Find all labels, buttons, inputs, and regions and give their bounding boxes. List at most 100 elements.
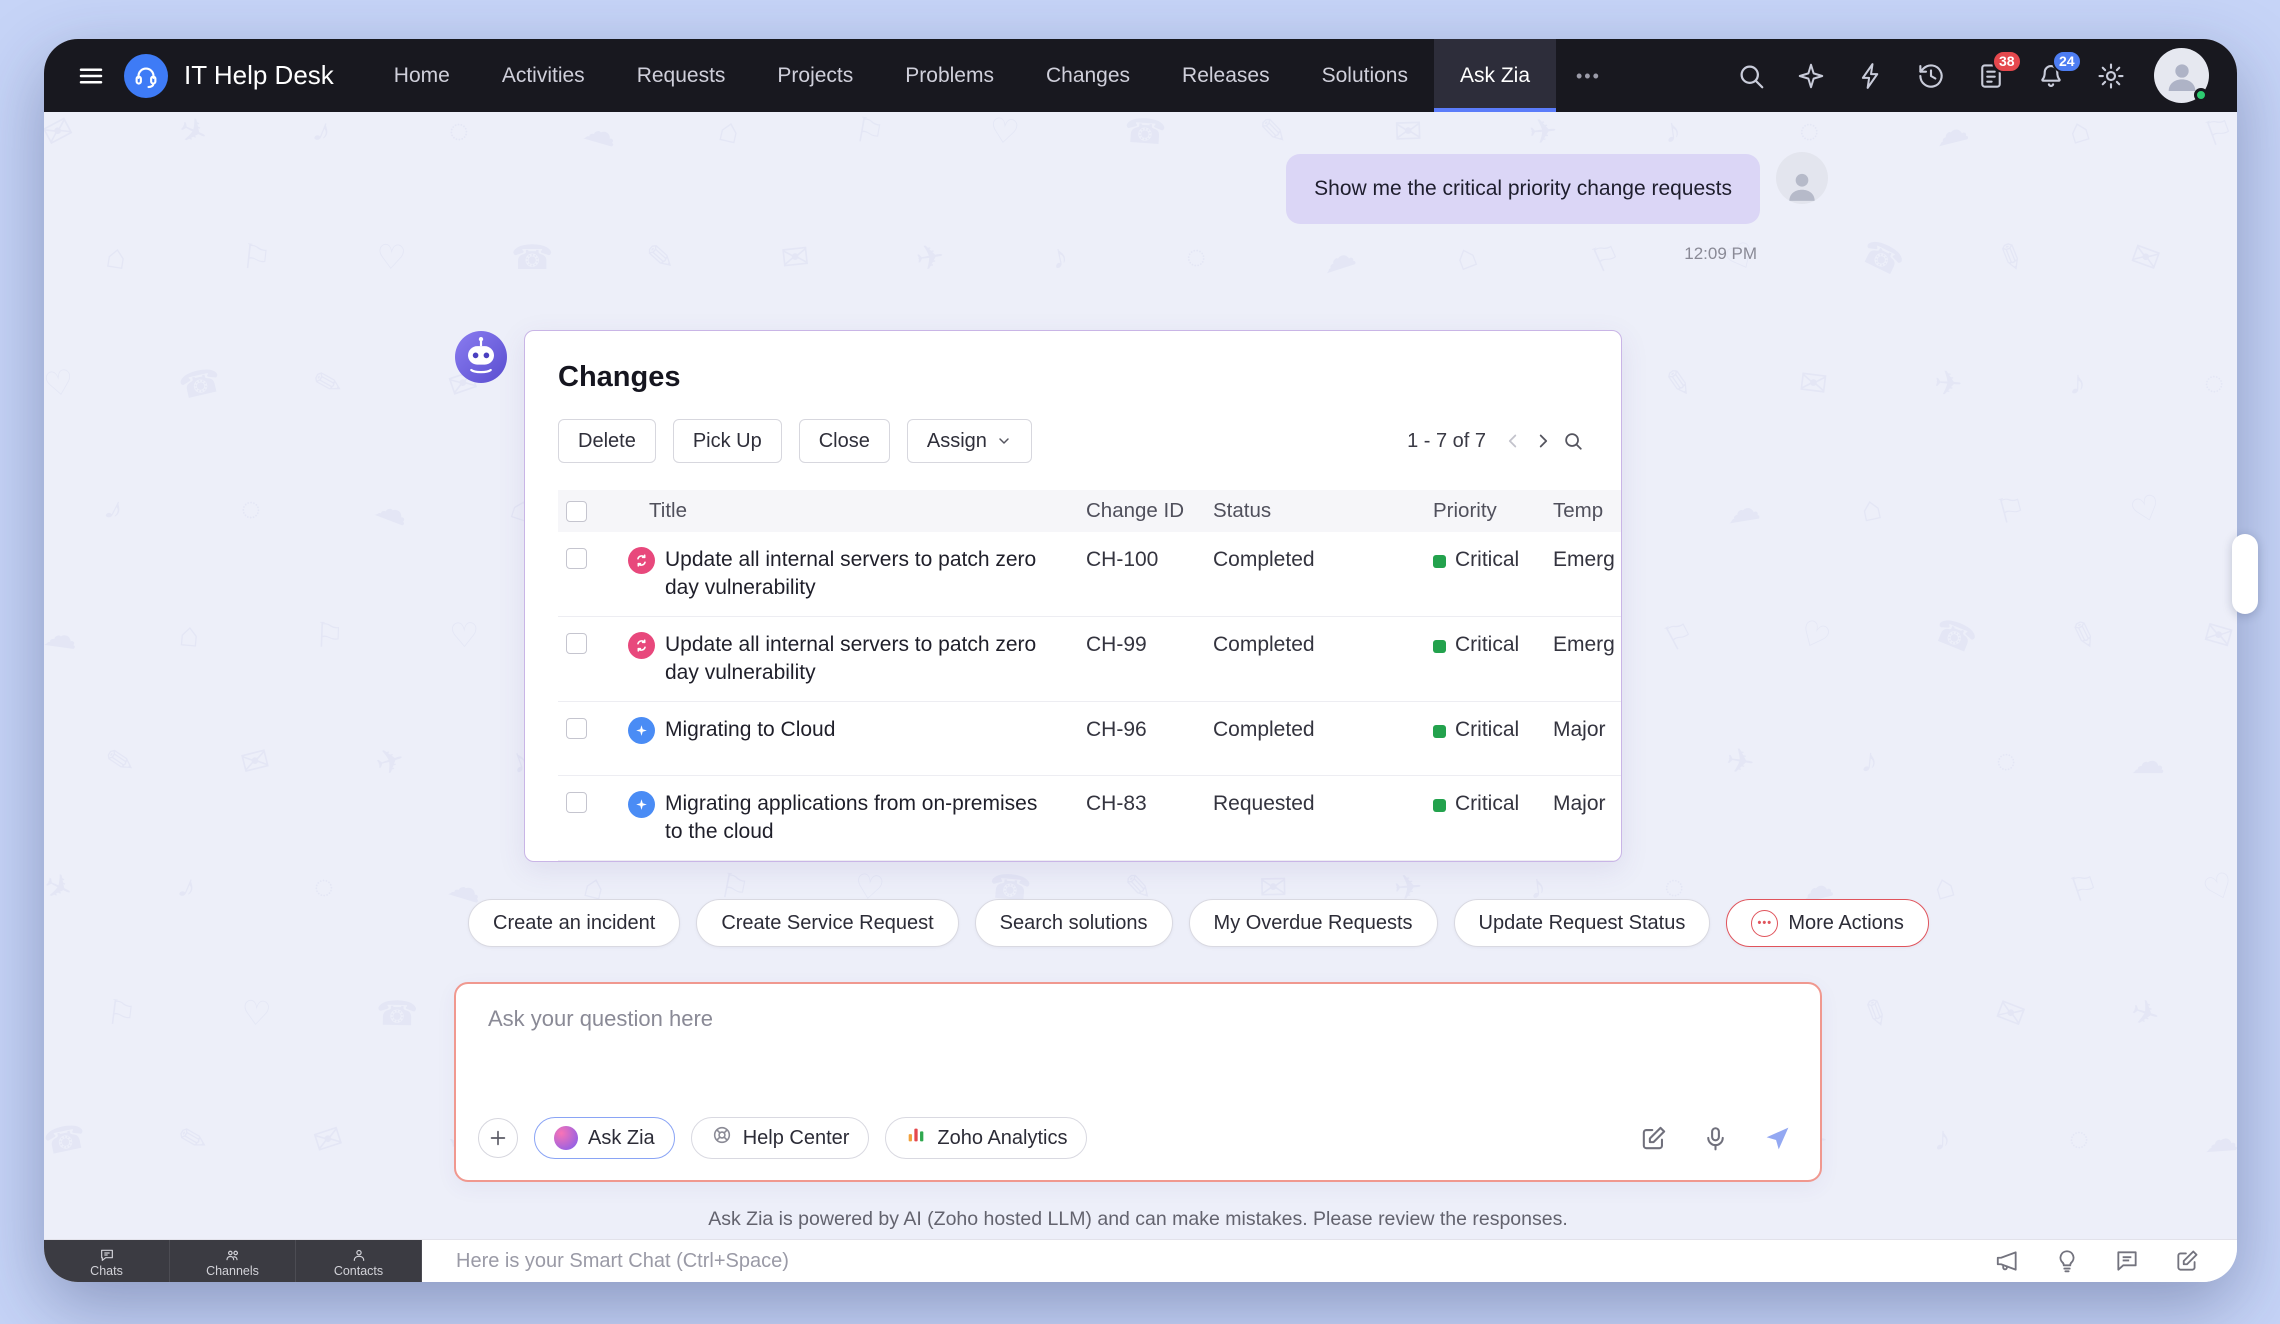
pickup-button[interactable]: Pick Up [673, 419, 782, 463]
change-title[interactable]: Update all internal servers to patch zer… [665, 631, 1056, 687]
send-icon[interactable] [1760, 1121, 1794, 1155]
tips-bulb-icon[interactable] [2053, 1247, 2081, 1275]
new-chat-compose-icon[interactable] [2173, 1247, 2201, 1275]
compose-icon[interactable] [1636, 1121, 1670, 1155]
nav-overflow-button[interactable] [1556, 39, 1621, 112]
assign-button[interactable]: Assign [907, 419, 1032, 463]
notifications-bell-icon[interactable]: 24 [2034, 59, 2068, 93]
row-checkbox[interactable] [566, 633, 587, 654]
table-row[interactable]: Migrating applications from on-premises … [558, 776, 1622, 861]
row-checkbox[interactable] [566, 792, 587, 813]
column-status[interactable]: Status [1213, 499, 1433, 523]
quick-action-search-solutions[interactable]: Search solutions [975, 899, 1173, 947]
quick-action-more-actions[interactable]: More Actions [1726, 899, 1929, 947]
pattern-glyph: ✎ [102, 740, 138, 785]
pattern-glyph: ☁ [44, 614, 81, 658]
column-title[interactable]: Title [616, 499, 1086, 523]
help-center-label: Help Center [743, 1127, 850, 1150]
search-icon[interactable] [1734, 59, 1768, 93]
row-checkbox[interactable] [566, 548, 587, 569]
user-message-text: Show me the critical priority change req… [1314, 177, 1732, 201]
pattern-glyph: ♪ [1933, 1120, 1951, 1160]
pattern-glyph: ✎ [309, 361, 347, 407]
chats-label: Chats [90, 1264, 123, 1278]
priority-dot [1433, 555, 1446, 568]
pattern-glyph: ✎ [2063, 612, 2103, 659]
smart-chat-tabs: Chats Channels Contacts [44, 1240, 422, 1282]
smart-chat-input[interactable] [422, 1240, 1993, 1282]
pattern-glyph: ◌ [308, 866, 340, 910]
pattern-glyph: ♡ [240, 993, 273, 1035]
ellipsis-icon [1576, 64, 1601, 88]
question-input[interactable] [488, 1006, 1788, 1084]
change-title[interactable]: Migrating applications from on-premises … [665, 790, 1056, 846]
help-center-chip[interactable]: Help Center [691, 1117, 870, 1159]
prev-page-icon[interactable] [1498, 426, 1528, 456]
quick-action-create-service-request[interactable]: Create Service Request [696, 899, 958, 947]
smart-chat-tab-chats[interactable]: Chats [44, 1240, 170, 1282]
row-checkbox[interactable] [566, 718, 587, 739]
user-avatar[interactable] [2154, 48, 2209, 103]
column-template[interactable]: Temp [1553, 499, 1622, 523]
column-change-id[interactable]: Change ID [1086, 499, 1213, 523]
feedback-chat-icon[interactable] [2113, 1247, 2141, 1275]
change-title[interactable]: Migrating to Cloud [665, 716, 835, 744]
settings-gear-icon[interactable] [2094, 59, 2128, 93]
close-button[interactable]: Close [799, 419, 890, 463]
scrollbar-thumb[interactable] [2232, 534, 2258, 614]
hamburger-menu-icon[interactable] [72, 57, 110, 95]
nav-item-ask-zia[interactable]: Ask Zia [1434, 39, 1556, 112]
pattern-glyph: ☎ [376, 994, 419, 1035]
pattern-glyph: ◌ [2203, 364, 2225, 404]
table-row[interactable]: Migrating to Cloud CH-96 Completed Criti… [558, 702, 1622, 776]
pattern-glyph: ◌ [443, 112, 475, 153]
history-icon[interactable] [1914, 59, 1948, 93]
mic-icon[interactable] [1698, 1121, 1732, 1155]
app-logo [124, 54, 168, 98]
table-search-icon[interactable] [1558, 426, 1588, 456]
nav-item-requests[interactable]: Requests [611, 39, 752, 112]
pattern-glyph: ⚐ [2198, 112, 2237, 156]
quick-actions-bolt-icon[interactable] [1854, 59, 1888, 93]
select-all-checkbox[interactable] [566, 501, 587, 522]
nav-item-problems[interactable]: Problems [879, 39, 1020, 112]
pattern-glyph: ⚐ [239, 237, 273, 280]
change-template: Major [1553, 702, 1622, 742]
quick-action-update-request-status[interactable]: Update Request Status [1454, 899, 1711, 947]
table-header: Title Change ID Status Priority Temp [558, 490, 1622, 532]
change-title[interactable]: Update all internal servers to patch zer… [665, 546, 1056, 602]
pattern-glyph: ☁ [1723, 488, 1763, 533]
nav-item-solutions[interactable]: Solutions [1296, 39, 1434, 112]
nav-item-projects[interactable]: Projects [751, 39, 879, 112]
announcements-icon[interactable] [1993, 1247, 2021, 1275]
nav-item-releases[interactable]: Releases [1156, 39, 1296, 112]
pattern-glyph: ◌ [1995, 741, 2017, 781]
zoho-analytics-chip[interactable]: Zoho Analytics [885, 1117, 1087, 1159]
pattern-glyph: ✎ [645, 237, 676, 278]
priority-label: Critical [1455, 792, 1519, 816]
sparkle-icon[interactable] [1794, 59, 1828, 93]
pattern-glyph: ⌂ [1929, 866, 1960, 909]
smart-chat-tab-channels[interactable]: Channels [170, 1240, 296, 1282]
pattern-glyph: ☎ [1854, 231, 1910, 286]
composer-toolbar: Ask Zia Help Center Zoho Analytics [478, 1112, 1794, 1164]
ask-zia-chip[interactable]: Ask Zia [534, 1117, 675, 1159]
card-toolbar: Delete Pick Up Close Assign 1 - 7 of 7 [558, 418, 1588, 464]
column-priority[interactable]: Priority [1433, 499, 1553, 523]
nav-item-home[interactable]: Home [368, 39, 476, 112]
attach-plus-icon[interactable] [478, 1118, 518, 1158]
quick-action-my-overdue-requests[interactable]: My Overdue Requests [1189, 899, 1438, 947]
change-status: Completed [1213, 702, 1433, 742]
pattern-glyph: ♡ [449, 616, 480, 657]
table-row[interactable]: Update all internal servers to patch zer… [558, 617, 1622, 702]
composer: Ask Zia Help Center Zoho Analytics [454, 982, 1822, 1182]
quick-action-create-incident[interactable]: Create an incident [468, 899, 680, 947]
nav-item-activities[interactable]: Activities [476, 39, 611, 112]
approvals-icon[interactable]: 38 [1974, 59, 2008, 93]
nav-item-changes[interactable]: Changes [1020, 39, 1156, 112]
smart-chat-tab-contacts[interactable]: Contacts [296, 1240, 422, 1282]
table-row[interactable]: Update all internal servers to patch zer… [558, 532, 1622, 617]
smart-chat-bar: Chats Channels Contacts [44, 1239, 2237, 1282]
next-page-icon[interactable] [1528, 426, 1558, 456]
delete-button[interactable]: Delete [558, 419, 656, 463]
